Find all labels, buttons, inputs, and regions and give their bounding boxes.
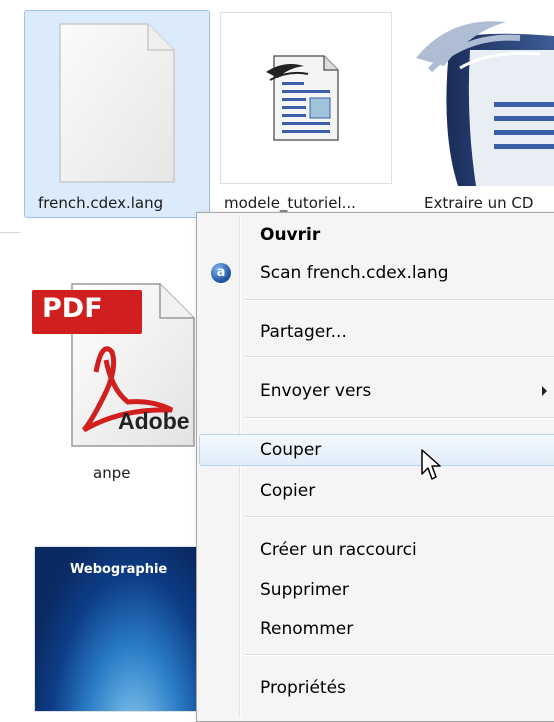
file-name-label: anpe xyxy=(93,464,131,482)
thumbnail-title: Webographie xyxy=(70,562,168,577)
menu-item-envoyer-vers[interactable]: Envoyer vers xyxy=(199,375,554,407)
scan-a-icon: a xyxy=(211,263,231,283)
file-tile-french-cdex-lang[interactable]: french.cdex.lang xyxy=(24,10,210,218)
submenu-arrow-icon xyxy=(542,386,547,396)
menu-item-couper[interactable]: Couper xyxy=(199,434,554,466)
file-name-label: french.cdex.lang xyxy=(38,194,164,212)
file-tile-extraire-un-cd[interactable]: Extraire un CD xyxy=(410,10,554,218)
menu-item-proprietes[interactable]: Propriétés xyxy=(199,672,554,704)
pdf-brand-text: Adobe xyxy=(118,408,190,434)
menu-item-supprimer[interactable]: Supprimer xyxy=(199,574,554,606)
openoffice-document-icon xyxy=(416,21,554,186)
menu-separator xyxy=(245,654,554,656)
file-tile-webographie[interactable]: Webographie xyxy=(34,546,200,712)
menu-item-scan[interactable]: a Scan french.cdex.lang xyxy=(199,257,554,289)
menu-separator xyxy=(245,356,554,358)
divider xyxy=(0,232,20,233)
file-tile-modele-tutoriel[interactable]: modele_tutoriel... xyxy=(218,10,404,218)
menu-item-partager[interactable]: Partager... xyxy=(199,316,554,348)
menu-item-renommer[interactable]: Renommer xyxy=(199,613,554,645)
file-name-label: Extraire un CD xyxy=(424,194,534,212)
menu-separator xyxy=(245,516,554,518)
context-menu: Ouvrir a Scan french.cdex.lang Partager.… xyxy=(196,212,554,722)
mouse-pointer-icon xyxy=(421,449,441,480)
pdf-banner-text: PDF xyxy=(42,293,103,324)
menu-item-creer-raccourci[interactable]: Créer un raccourci xyxy=(199,534,554,566)
file-tile-anpe[interactable]: PDF Adobe anpe xyxy=(24,270,210,490)
menu-item-ouvrir[interactable]: Ouvrir xyxy=(199,219,554,251)
menu-separator xyxy=(245,417,554,419)
blank-file-icon xyxy=(59,23,175,183)
file-name-label: modele_tutoriel... xyxy=(224,194,356,212)
menu-separator xyxy=(245,299,554,301)
menu-item-copier[interactable]: Copier xyxy=(199,475,554,507)
openoffice-writer-icon xyxy=(266,55,339,141)
